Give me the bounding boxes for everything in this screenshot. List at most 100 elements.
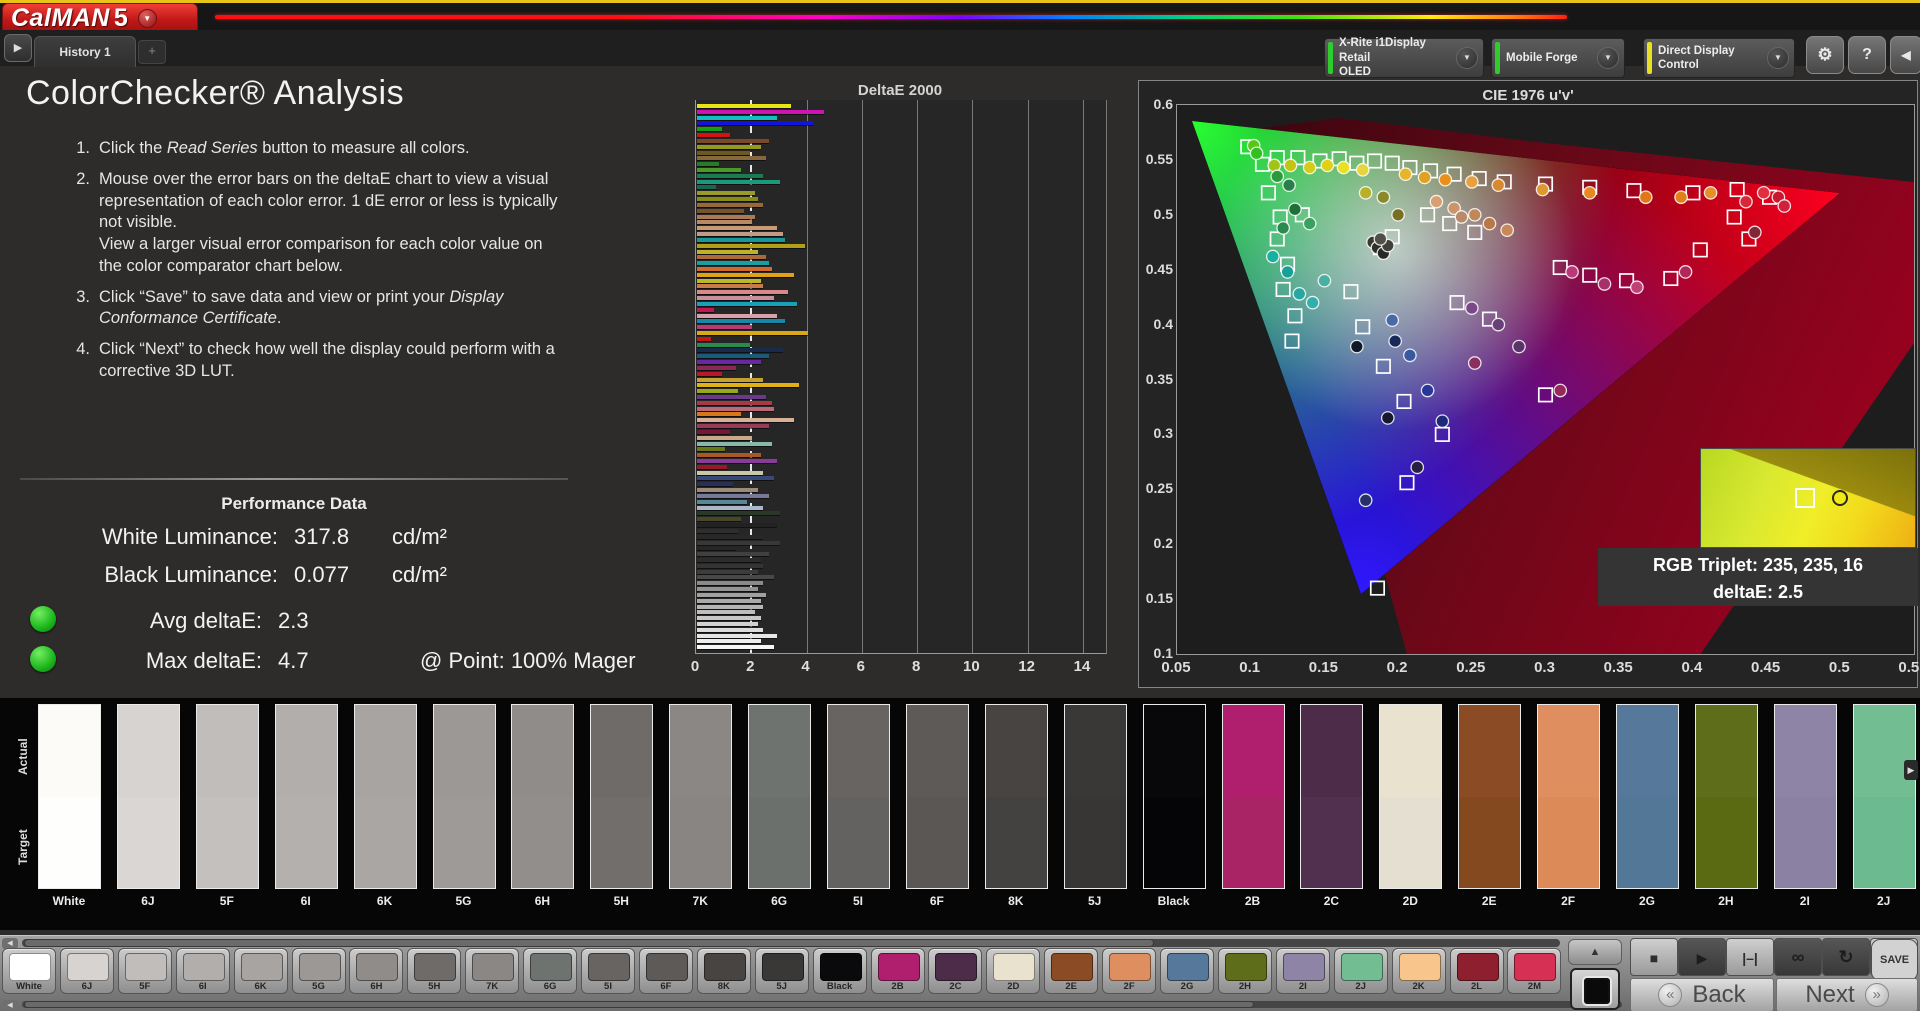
toolbar-swatch-6i[interactable]: 6I	[176, 948, 230, 994]
strip-scroll-up-button[interactable]: ▲	[1568, 939, 1622, 965]
deltae-bar[interactable]	[697, 389, 738, 393]
deltae-bar[interactable]	[697, 325, 752, 329]
cie-measured-marker[interactable]	[1740, 195, 1752, 207]
cie-measured-marker[interactable]	[1289, 203, 1301, 215]
chevron-down-icon[interactable]: ▼	[1767, 47, 1789, 69]
deltae-bar[interactable]	[697, 314, 777, 318]
deltae-bar[interactable]	[697, 506, 763, 510]
cie-measured-marker[interactable]	[1267, 250, 1279, 262]
deltae-bar[interactable]	[697, 546, 736, 550]
deltae-bar[interactable]	[697, 529, 738, 533]
deltae-bar[interactable]	[697, 250, 758, 254]
toolbar-swatch-2e[interactable]: 2E	[1044, 948, 1098, 994]
deltae-bar[interactable]	[697, 628, 763, 632]
comparator-patch[interactable]	[511, 704, 574, 889]
chevron-down-icon[interactable]: ▼	[1456, 47, 1478, 69]
deltae-bar[interactable]	[697, 622, 758, 626]
cie-measured-marker[interactable]	[1303, 217, 1315, 229]
cie-measured-marker[interactable]	[1386, 314, 1398, 326]
deltae-bar[interactable]	[697, 471, 763, 475]
deltae-bar[interactable]	[697, 267, 772, 271]
deltae-bar[interactable]	[697, 372, 722, 376]
deltae-bar[interactable]	[697, 523, 777, 527]
comparator-patch[interactable]	[985, 704, 1048, 889]
cie-measured-marker[interactable]	[1436, 415, 1448, 427]
comparator-patch[interactable]	[590, 704, 653, 889]
deltae-bar[interactable]	[697, 610, 755, 614]
toolbar-swatch-8k[interactable]: 8K	[697, 948, 751, 994]
comparator-patch[interactable]	[1300, 704, 1363, 889]
comparator-patch[interactable]	[1537, 704, 1600, 889]
deltae-bar[interactable]	[697, 442, 772, 446]
cie-measured-marker[interactable]	[1359, 187, 1371, 199]
deltae-bar[interactable]	[697, 476, 774, 480]
deltae-bar[interactable]	[697, 279, 761, 283]
deltae-bar[interactable]	[697, 238, 785, 242]
continuous-read-button[interactable]: ∞	[1774, 938, 1822, 976]
cie-measured-marker[interactable]	[1277, 222, 1289, 234]
cie-measured-marker[interactable]	[1283, 179, 1295, 191]
deltae-bar[interactable]	[697, 570, 758, 574]
deltae-bar[interactable]	[697, 337, 711, 341]
deltae-bar[interactable]	[697, 453, 761, 457]
deltae-bar[interactable]	[697, 348, 783, 352]
deltae-bar[interactable]	[697, 127, 722, 131]
cie-measured-marker[interactable]	[1389, 335, 1401, 347]
toolbar-swatch-2h[interactable]: 2H	[1218, 948, 1272, 994]
deltae-bar[interactable]	[697, 639, 761, 643]
comparator-patch[interactable]	[1458, 704, 1521, 889]
deltae-bar[interactable]	[697, 319, 785, 323]
cie-measured-marker[interactable]	[1351, 340, 1363, 352]
cie-measured-marker[interactable]	[1455, 211, 1467, 223]
toolbar-swatch-2c[interactable]: 2C	[928, 948, 982, 994]
swatch-scrollbar-handle[interactable]	[24, 939, 1154, 947]
deltae-bar[interactable]	[697, 535, 763, 539]
toolbar-swatch-5h[interactable]: 5H	[407, 948, 461, 994]
deltae-bar[interactable]	[697, 284, 763, 288]
toolbar-swatch-6j[interactable]: 6J	[60, 948, 114, 994]
cie-measured-marker[interactable]	[1359, 494, 1371, 506]
deltae-bar[interactable]	[697, 383, 799, 387]
bottom-scroll-left-icon[interactable]: ◀	[2, 1000, 18, 1011]
toolbar-swatch-6g[interactable]: 6G	[523, 948, 577, 994]
toolbar-swatch-5g[interactable]: 5G	[292, 948, 346, 994]
deltae-bar[interactable]	[697, 605, 763, 609]
comparator-patch[interactable]	[433, 704, 496, 889]
deltae-bar[interactable]	[697, 296, 774, 300]
deltae-bar[interactable]	[697, 412, 741, 416]
deltae-bar[interactable]	[697, 616, 761, 620]
cie-measured-marker[interactable]	[1418, 171, 1430, 183]
toolbar-swatch-2m[interactable]: 2M	[1507, 948, 1561, 994]
comparator-patch[interactable]	[1064, 704, 1127, 889]
deltae-bar[interactable]	[697, 645, 774, 649]
cie-measured-marker[interactable]	[1492, 179, 1504, 191]
cie-measured-marker[interactable]	[1492, 318, 1504, 330]
deltae-bar[interactable]	[697, 488, 758, 492]
toolbar-swatch-2d[interactable]: 2D	[986, 948, 1040, 994]
comparator-patch[interactable]	[38, 704, 101, 889]
cie-measured-marker[interactable]	[1303, 161, 1315, 173]
deltae-bar[interactable]	[697, 581, 763, 585]
cie-measured-marker[interactable]	[1584, 187, 1596, 199]
deltae-bar[interactable]	[697, 436, 752, 440]
deltae-bar[interactable]	[697, 255, 766, 259]
refresh-button[interactable]: ↻	[1822, 938, 1870, 976]
cie-measured-marker[interactable]	[1411, 461, 1423, 473]
toolbar-swatch-black[interactable]: Black	[813, 948, 867, 994]
comparator-patch[interactable]	[275, 704, 338, 889]
cie-measured-marker[interactable]	[1554, 384, 1566, 396]
next-button[interactable]: Next »	[1776, 978, 1918, 1011]
deltae-bar[interactable]	[697, 110, 824, 114]
deltae-bar[interactable]	[697, 180, 780, 184]
cie-measured-marker[interactable]	[1469, 357, 1481, 369]
deltae-bar[interactable]	[697, 121, 813, 125]
deltae-bar[interactable]	[697, 156, 766, 160]
cie-measured-marker[interactable]	[1392, 209, 1404, 221]
toolbar-swatch-2i[interactable]: 2I	[1276, 948, 1330, 994]
back-button[interactable]: « Back	[1630, 978, 1774, 1011]
deltae-bar[interactable]	[697, 185, 716, 189]
cie-measured-marker[interactable]	[1501, 224, 1513, 236]
deltae-bar[interactable]	[697, 261, 769, 265]
cie-measured-marker[interactable]	[1250, 147, 1262, 159]
cie-measured-marker[interactable]	[1404, 349, 1416, 361]
